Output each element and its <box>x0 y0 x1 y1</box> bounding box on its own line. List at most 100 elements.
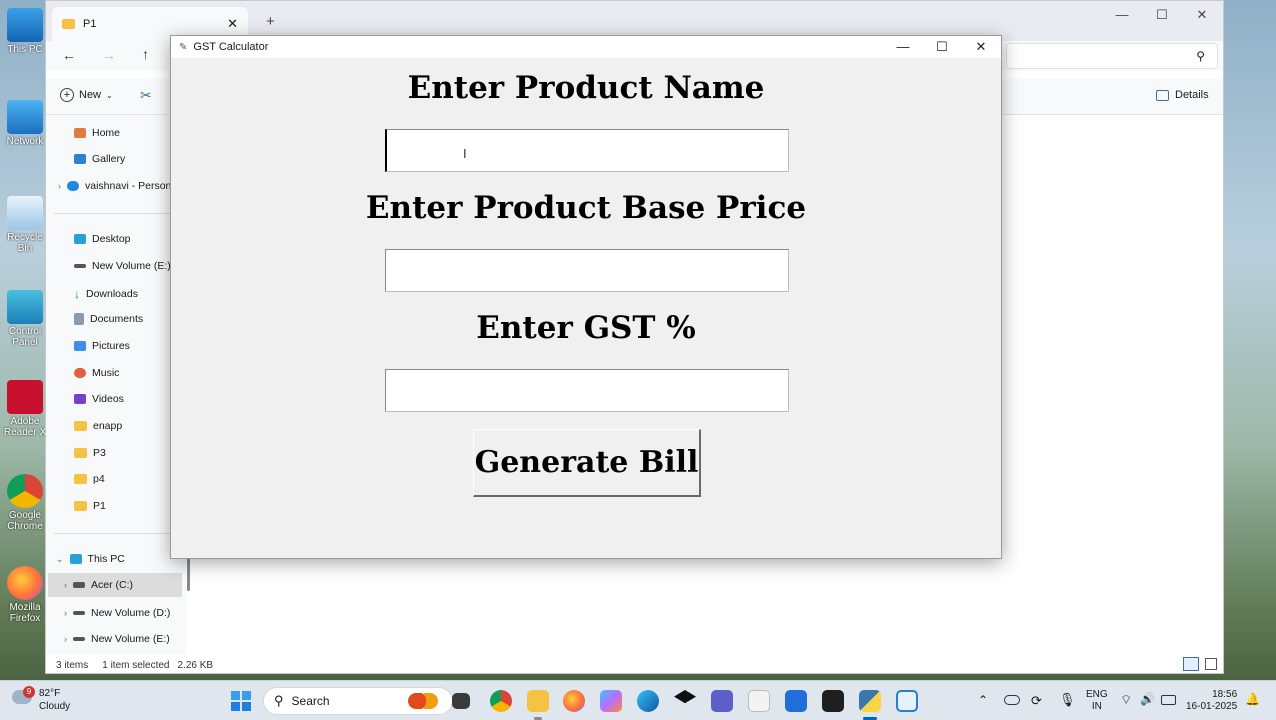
weather-widget[interactable]: 9 82°F Cloudy <box>10 686 100 716</box>
chrome-icon[interactable] <box>490 690 512 712</box>
drive-icon <box>73 637 85 641</box>
nav-item-p1[interactable]: P1 <box>74 500 106 512</box>
nav-scrollbar[interactable] <box>187 557 190 591</box>
gst-percent-field[interactable] <box>385 369 789 412</box>
nav-item-music[interactable]: Music <box>74 367 119 379</box>
search-input[interactable]: ⚲ <box>1006 43 1218 69</box>
taskbar-search-input[interactable]: ⚲ Search <box>263 687 453 715</box>
new-tab-button[interactable]: + <box>266 13 275 30</box>
base-price-field[interactable] <box>385 249 789 292</box>
teams-icon[interactable] <box>711 690 733 712</box>
nav-item-label: Pictures <box>92 340 130 352</box>
microphone-icon[interactable]: 🎙 <box>1059 692 1076 708</box>
desktop-icon-control-panel[interactable]: Control Panel <box>0 290 50 348</box>
chevron-right-icon: › <box>64 608 67 618</box>
forward-arrow-icon[interactable]: → <box>102 47 116 63</box>
search-label: Search <box>291 694 330 708</box>
product-name-field[interactable] <box>385 129 789 172</box>
download-icon: ↓ <box>74 287 80 301</box>
nav-item-desktop[interactable]: Desktop <box>74 233 131 245</box>
close-icon[interactable]: ✕ <box>1185 5 1219 25</box>
nav-item-home[interactable]: Home <box>74 127 120 139</box>
nav-item-videos[interactable]: Videos <box>74 393 124 405</box>
monitor-icon <box>69 554 82 564</box>
firefox-icon[interactable] <box>563 690 585 712</box>
nav-item-new-volume-e[interactable]: New Volume (E:) <box>74 260 171 272</box>
minimize-icon[interactable]: — <box>883 36 923 58</box>
start-windows-icon[interactable] <box>231 691 251 711</box>
maximize-icon[interactable]: ☐ <box>922 36 962 58</box>
tiles-view-icon[interactable] <box>1205 658 1217 670</box>
dropbox-icon[interactable] <box>674 690 696 704</box>
search-highlight-icon <box>408 693 438 709</box>
chevron-up-icon[interactable]: ⌃ <box>978 693 988 707</box>
nav-item-new-volume-d[interactable]: › New Volume (D:) <box>64 607 170 619</box>
new-button[interactable]: + New ⌄ <box>60 88 113 102</box>
nav-item-label: Documents <box>90 313 144 325</box>
up-arrow-icon[interactable]: ↑ <box>142 46 149 62</box>
nav-item-new-volume-e2[interactable]: › New Volume (E:) <box>64 633 170 645</box>
python-app-icon[interactable] <box>859 690 881 712</box>
nav-item-enapp[interactable]: enapp <box>74 420 122 432</box>
folder-icon <box>74 421 87 431</box>
nav-item-gallery[interactable]: Gallery <box>74 153 125 165</box>
amazon-icon[interactable] <box>748 690 770 712</box>
desktop-icon-adobe-reader[interactable]: Adobe Reader X <box>0 380 50 438</box>
monitor-icon <box>7 8 43 42</box>
task-view-icon[interactable] <box>452 693 470 709</box>
control-panel-icon <box>7 290 43 324</box>
gst-title-bar[interactable]: ✎ GST Calculator — ☐ ✕ <box>171 36 1001 58</box>
wifi-icon[interactable]: ⌔ <box>1120 692 1132 708</box>
details-view-icon[interactable] <box>1183 657 1199 671</box>
nav-item-p3[interactable]: P3 <box>74 447 106 459</box>
close-tab-icon[interactable]: ✕ <box>227 16 238 32</box>
desktop-icon-recycle-bin[interactable]: Recycle Bin <box>0 196 50 254</box>
chevron-right-icon: › <box>58 181 61 191</box>
onedrive-tray-icon[interactable] <box>1004 695 1020 705</box>
terminal-icon[interactable] <box>822 690 844 712</box>
notification-bell-icon[interactable]: 🔔 <box>1245 692 1260 706</box>
copilot-icon[interactable] <box>600 690 622 712</box>
back-arrow-icon[interactable]: ← <box>62 47 76 63</box>
chevron-right-icon: › <box>64 634 67 644</box>
adobe-reader-icon <box>7 380 43 414</box>
maximize-icon[interactable]: ☐ <box>1145 5 1179 25</box>
nav-item-label: This PC <box>87 553 125 565</box>
nav-item-p4[interactable]: p4 <box>74 473 105 485</box>
cut-icon[interactable]: ✂ <box>140 87 152 104</box>
language-indicator[interactable]: ENG IN <box>1086 689 1108 713</box>
snipping-tool-icon[interactable] <box>896 690 918 712</box>
minimize-icon[interactable]: — <box>1105 5 1139 25</box>
nav-item-label: Videos <box>92 393 124 405</box>
base-price-label: Enter Product Base Price <box>365 190 807 226</box>
desktop-icon-label: Control Panel <box>8 326 42 348</box>
document-icon <box>74 313 84 325</box>
nav-item-this-pc[interactable]: ⌄ This PC <box>56 553 125 565</box>
edge-icon[interactable] <box>637 690 659 712</box>
nav-item-documents[interactable]: Documents <box>74 313 143 325</box>
clock[interactable]: 18:56 16-01-2025 <box>1186 689 1237 713</box>
home-icon <box>74 128 86 138</box>
desktop-icon-this-pc[interactable]: This PC <box>0 8 50 55</box>
drive-icon <box>73 611 85 615</box>
desktop-icon-firefox[interactable]: Mozilla Firefox <box>0 566 50 624</box>
desktop-icon-label: Recycle Bin <box>7 232 43 254</box>
close-icon[interactable]: ✕ <box>961 36 1001 58</box>
store-icon[interactable] <box>785 690 807 712</box>
file-explorer-icon[interactable] <box>527 690 549 712</box>
feather-icon: ✎ <box>179 41 188 53</box>
generate-bill-button[interactable]: Generate Bill <box>473 429 701 497</box>
desktop-icon-label: Mozilla Firefox <box>9 602 41 624</box>
nav-item-onedrive[interactable]: › vaishnavi - Persona <box>58 180 177 192</box>
speaker-icon[interactable]: 🔊 <box>1140 692 1155 706</box>
desktop-icon-google-chrome[interactable]: Google Chrome <box>0 474 50 532</box>
nav-item-acer-c[interactable]: › Acer (C:) <box>48 573 182 597</box>
nav-item-pictures[interactable]: Pictures <box>74 340 130 352</box>
sync-tray-icon[interactable]: ⟳ <box>1031 693 1042 709</box>
battery-icon[interactable] <box>1161 695 1176 705</box>
folder-icon <box>62 19 75 29</box>
selection-size: 2.26 KB <box>177 659 214 671</box>
desktop-icon-network[interactable]: Network <box>0 100 50 147</box>
details-button[interactable]: Details <box>1156 89 1209 101</box>
nav-item-downloads[interactable]: ↓ Downloads <box>74 287 138 301</box>
